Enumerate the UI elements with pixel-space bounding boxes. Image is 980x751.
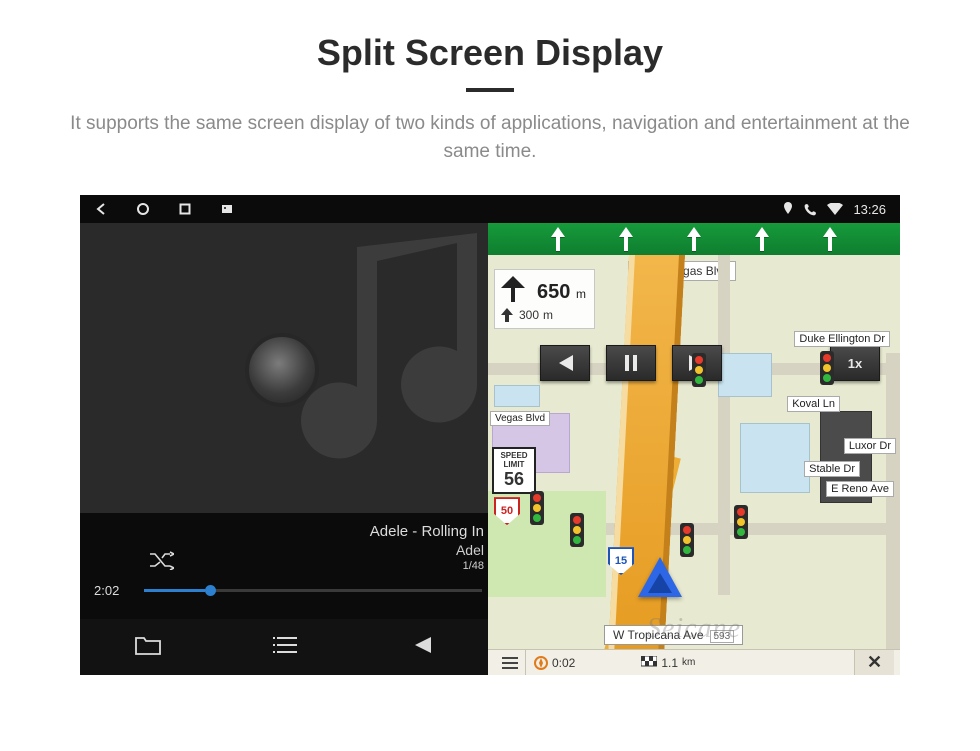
previous-track-icon[interactable] <box>409 635 433 660</box>
turn-right-icon <box>501 308 515 322</box>
title-underline <box>466 88 514 92</box>
page-title: Split Screen Display <box>0 32 980 74</box>
traffic-light-icon <box>820 351 834 385</box>
play-overlay-button[interactable] <box>245 333 319 407</box>
home-icon[interactable] <box>136 202 150 216</box>
compass-icon <box>534 656 548 670</box>
status-bar: 13:26 <box>80 195 900 223</box>
lane-arrow-icon <box>753 227 771 251</box>
navigation-panel: S Las Vegas Blvd 650 m 300 m <box>488 195 900 675</box>
lane-arrow-icon <box>821 227 839 251</box>
music-panel: Adele - Rolling In Adel 1/48 2:02 <box>80 195 488 675</box>
checkered-flag-icon <box>641 656 657 670</box>
traffic-light-icon <box>570 513 584 547</box>
nav-menu-button[interactable] <box>494 650 526 675</box>
nav-bottom-bar: 0:02 1.1 km ✕ <box>488 649 900 675</box>
vehicle-position-icon <box>638 557 682 597</box>
album-art <box>80 223 488 513</box>
turn-instruction: 650 m 300 m <box>494 269 595 329</box>
street-label: Stable Dr <box>804 461 860 477</box>
back-icon[interactable] <box>94 202 108 216</box>
progress-bar[interactable]: 2:02 <box>94 583 482 598</box>
street-label: Duke Ellington Dr <box>794 331 890 347</box>
map-canvas[interactable]: S Las Vegas Blvd 650 m 300 m <box>488 223 900 675</box>
music-note-icon <box>292 233 502 493</box>
traffic-light-icon <box>692 353 706 387</box>
speed-limit-sign: SPEED LIMIT 56 <box>492 447 536 494</box>
nav-close-button[interactable]: ✕ <box>854 650 894 675</box>
traffic-light-icon <box>530 491 544 525</box>
traffic-light-icon <box>680 523 694 557</box>
wifi-icon <box>827 203 843 215</box>
clock: 13:26 <box>853 202 886 217</box>
music-bottom-bar <box>80 619 488 675</box>
next-turn: 300 m <box>501 308 586 322</box>
sim-pause-button[interactable] <box>606 345 656 381</box>
location-icon <box>782 202 794 216</box>
lane-arrow-icon <box>617 227 635 251</box>
street-label: Vegas Blvd <box>490 411 550 426</box>
lane-guidance-strip <box>488 223 900 255</box>
street-label: E Reno Ave <box>826 481 894 497</box>
track-title: Adele - Rolling In <box>94 523 484 540</box>
phone-icon <box>804 203 817 216</box>
interstate-shield: 15 <box>608 547 634 575</box>
shuffle-icon[interactable] <box>148 550 174 575</box>
track-meta: Adele - Rolling In Adel 1/48 <box>80 513 488 572</box>
lane-arrow-icon <box>549 227 567 251</box>
turn-left-icon <box>501 274 531 304</box>
elapsed-time: 2:02 <box>94 583 134 598</box>
lane-arrow-icon <box>685 227 703 251</box>
folder-icon[interactable] <box>135 634 161 661</box>
street-label: Koval Ln <box>787 396 840 412</box>
playlist-icon[interactable] <box>272 635 298 660</box>
device-frame: 13:26 Adele - Rolling In Adel 1/48 2:02 <box>80 195 900 675</box>
traffic-light-icon <box>734 505 748 539</box>
trip-remaining: 1.1 km <box>641 656 695 670</box>
sim-speed-button[interactable]: 1x <box>830 345 880 381</box>
recents-icon[interactable] <box>178 202 192 216</box>
gallery-icon[interactable] <box>220 202 234 216</box>
street-label: Luxor Dr <box>844 438 896 454</box>
route-shield: 50 <box>494 497 520 525</box>
trip-elapsed: 0:02 <box>534 656 575 670</box>
current-street-label: W Tropicana Ave593 <box>604 625 743 645</box>
sim-prev-button[interactable] <box>540 345 590 381</box>
page-subtitle: It supports the same screen display of t… <box>50 110 930 165</box>
